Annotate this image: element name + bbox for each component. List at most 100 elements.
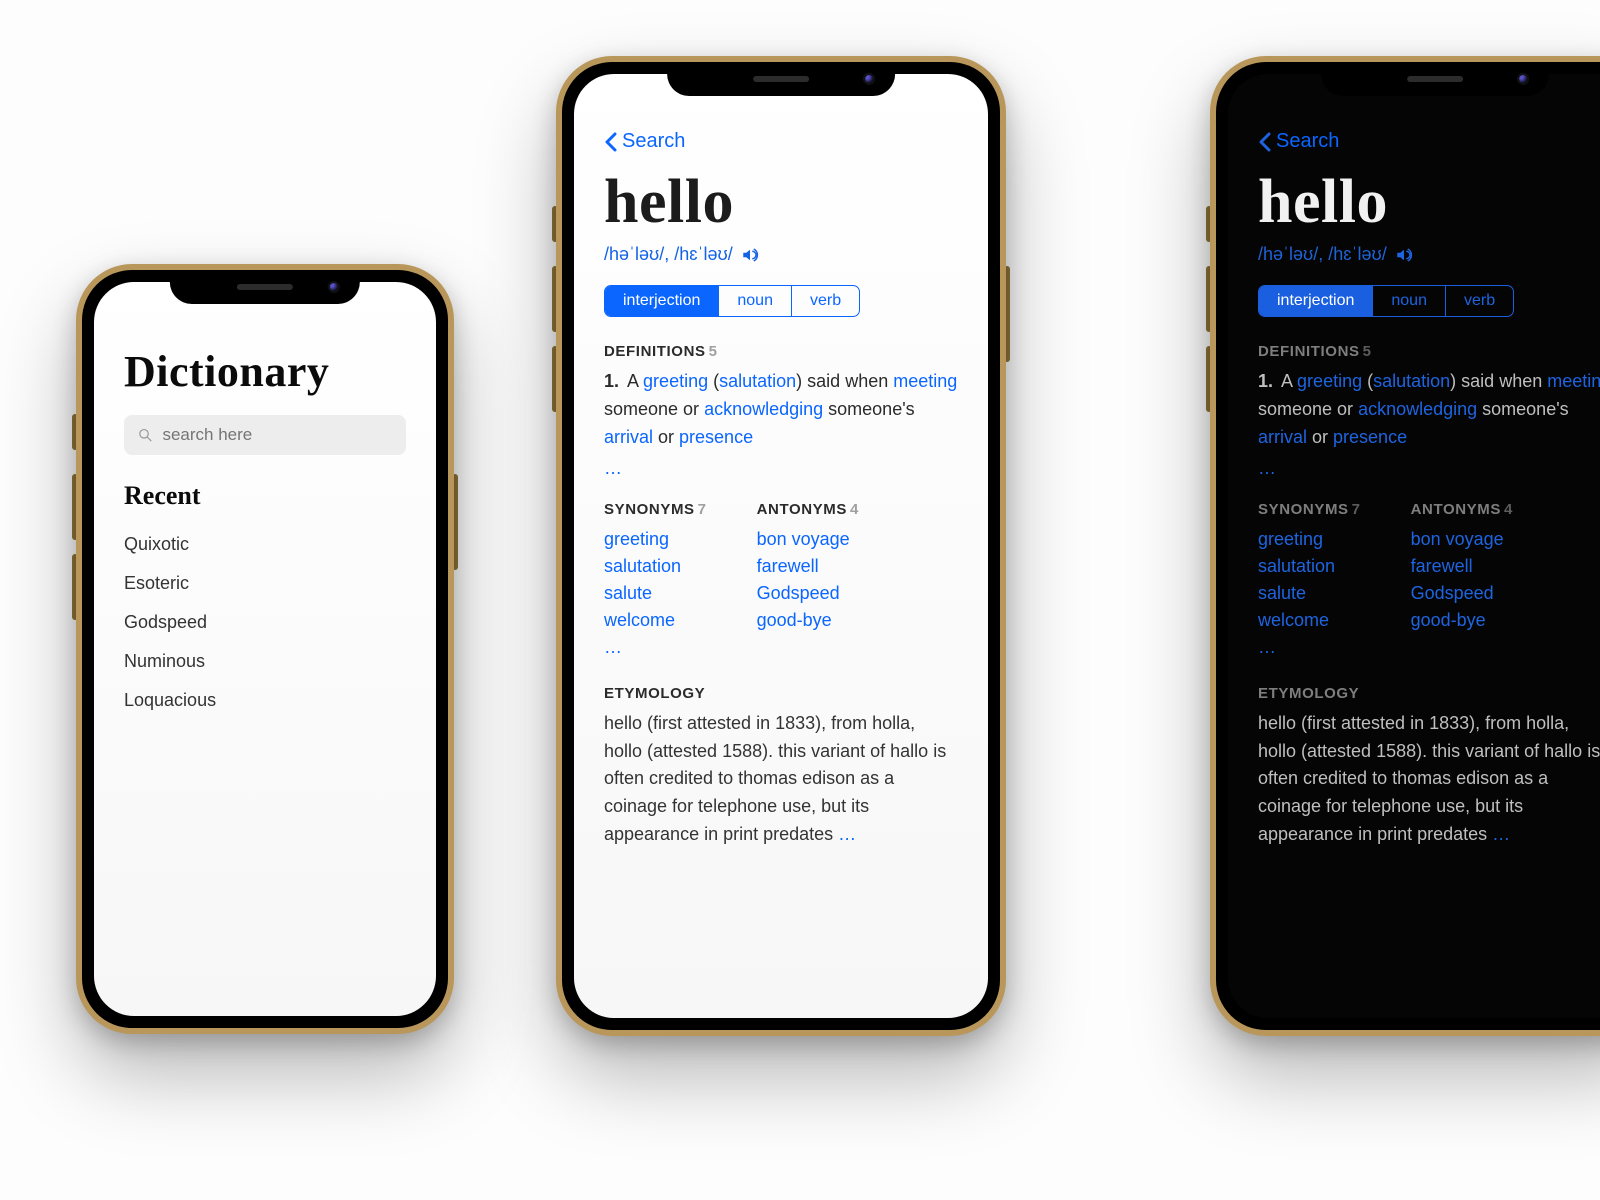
recent-item[interactable]: Quixotic bbox=[124, 525, 406, 564]
definitions-more[interactable]: … bbox=[604, 458, 958, 479]
chevron-left-icon bbox=[604, 132, 618, 152]
synonym-item[interactable]: greeting bbox=[604, 526, 707, 553]
search-input-container[interactable] bbox=[124, 415, 406, 455]
recent-item[interactable]: Numinous bbox=[124, 642, 406, 681]
search-input[interactable] bbox=[162, 425, 392, 445]
definition-screen: Search hello /həˈləʊ/, /hɛˈləʊ/ interjec… bbox=[574, 74, 988, 1018]
synonym-item[interactable]: salute bbox=[1258, 580, 1361, 607]
synonym-item[interactable]: salute bbox=[604, 580, 707, 607]
link-acknowledging[interactable]: acknowledging bbox=[704, 399, 823, 419]
link-arrival[interactable]: arrival bbox=[1258, 427, 1307, 447]
link-salutation[interactable]: salutation bbox=[1373, 371, 1450, 391]
search-screen: Dictionary Recent Quixotic Esoteric Gods… bbox=[94, 282, 436, 1016]
pos-tab-interjection[interactable]: interjection bbox=[605, 286, 719, 316]
antonym-item[interactable]: farewell bbox=[1411, 553, 1513, 580]
synonyms-column: SYNONYMS7 greeting salutation salute wel… bbox=[1258, 501, 1361, 661]
phone-notch bbox=[1321, 62, 1549, 96]
definitions-more[interactable]: … bbox=[1258, 458, 1600, 479]
pos-tab-interjection[interactable]: interjection bbox=[1259, 286, 1373, 316]
synonym-item[interactable]: greeting bbox=[1258, 526, 1361, 553]
speaker-icon[interactable] bbox=[1395, 246, 1413, 264]
speaker-icon[interactable] bbox=[741, 246, 759, 264]
pos-tab-noun[interactable]: noun bbox=[1373, 286, 1446, 316]
etymology-more[interactable]: … bbox=[1492, 824, 1510, 844]
recent-heading: Recent bbox=[124, 481, 406, 511]
synonym-item[interactable]: salutation bbox=[1258, 553, 1361, 580]
back-button[interactable]: Search bbox=[1258, 130, 1600, 153]
etymology-heading: ETYMOLOGY bbox=[1258, 685, 1600, 702]
definitions-heading: DEFINITIONS5 bbox=[1258, 343, 1600, 360]
pos-tab-verb[interactable]: verb bbox=[1446, 286, 1513, 316]
synonyms-more[interactable]: … bbox=[604, 634, 707, 661]
recent-item[interactable]: Esoteric bbox=[124, 564, 406, 603]
antonyms-heading: ANTONYMS4 bbox=[1411, 501, 1513, 518]
definitions-heading: DEFINITIONS5 bbox=[604, 343, 958, 360]
antonym-item[interactable]: Godspeed bbox=[757, 580, 859, 607]
definition-screen-dark: Search hello /həˈləʊ/, /hɛˈləʊ/ interjec… bbox=[1228, 74, 1600, 1018]
etymology-more[interactable]: … bbox=[838, 824, 856, 844]
phone-definition-light: Search hello /həˈləʊ/, /hɛˈləʊ/ interjec… bbox=[556, 56, 1006, 1036]
antonym-item[interactable]: bon voyage bbox=[757, 526, 859, 553]
pronunciation-row: /həˈləʊ/, /hɛˈləʊ/ bbox=[604, 244, 958, 265]
synonyms-heading: SYNONYMS7 bbox=[1258, 501, 1361, 518]
synonyms-heading: SYNONYMS7 bbox=[604, 501, 707, 518]
antonym-item[interactable]: good-bye bbox=[1411, 607, 1513, 634]
antonyms-column: ANTONYMS4 bon voyage farewell Godspeed g… bbox=[757, 501, 859, 661]
speaker-grille bbox=[1407, 76, 1463, 82]
link-arrival[interactable]: arrival bbox=[604, 427, 653, 447]
pronunciation-text: /həˈləʊ/, /hɛˈləʊ/ bbox=[1258, 244, 1387, 265]
antonym-item[interactable]: Godspeed bbox=[1411, 580, 1513, 607]
speaker-grille bbox=[753, 76, 809, 82]
recent-list: Quixotic Esoteric Godspeed Numinous Loqu… bbox=[124, 525, 406, 720]
pronunciation-row: /həˈləʊ/, /hɛˈləʊ/ bbox=[1258, 244, 1600, 265]
front-camera bbox=[328, 281, 340, 293]
chevron-left-icon bbox=[1258, 132, 1272, 152]
headword: hello bbox=[1258, 167, 1600, 238]
etymology-body: hello (first attested in 1833), from hol… bbox=[604, 710, 958, 849]
antonym-item[interactable]: good-bye bbox=[757, 607, 859, 634]
synonyms-column: SYNONYMS7 greeting salutation salute wel… bbox=[604, 501, 707, 661]
back-button[interactable]: Search bbox=[604, 130, 958, 153]
pos-tab-verb[interactable]: verb bbox=[792, 286, 859, 316]
pronunciation-text: /həˈləʊ/, /hɛˈləʊ/ bbox=[604, 244, 733, 265]
etymology-section: ETYMOLOGY hello (first attested in 1833)… bbox=[1258, 685, 1600, 849]
search-icon bbox=[138, 427, 152, 443]
back-label: Search bbox=[622, 130, 685, 153]
definition-number: 1. bbox=[604, 371, 619, 391]
link-meeting[interactable]: meeting bbox=[1547, 371, 1600, 391]
synonym-item[interactable]: welcome bbox=[604, 607, 707, 634]
headword: hello bbox=[604, 167, 958, 238]
synonym-item[interactable]: welcome bbox=[1258, 607, 1361, 634]
antonyms-heading: ANTONYMS4 bbox=[757, 501, 859, 518]
phone-notch bbox=[667, 62, 895, 96]
speaker-grille bbox=[237, 284, 293, 290]
antonym-item[interactable]: bon voyage bbox=[1411, 526, 1513, 553]
definition-1: 1. A greeting (salutation) said when mee… bbox=[1258, 368, 1600, 452]
link-greeting[interactable]: greeting bbox=[1297, 371, 1362, 391]
etymology-body: hello (first attested in 1833), from hol… bbox=[1258, 710, 1600, 849]
part-of-speech-segments: interjection noun verb bbox=[604, 285, 860, 317]
link-presence[interactable]: presence bbox=[1333, 427, 1407, 447]
link-meeting[interactable]: meeting bbox=[893, 371, 957, 391]
link-acknowledging[interactable]: acknowledging bbox=[1358, 399, 1477, 419]
link-greeting[interactable]: greeting bbox=[643, 371, 708, 391]
etymology-heading: ETYMOLOGY bbox=[604, 685, 958, 702]
synonym-item[interactable]: salutation bbox=[604, 553, 707, 580]
recent-item[interactable]: Godspeed bbox=[124, 603, 406, 642]
link-salutation[interactable]: salutation bbox=[719, 371, 796, 391]
phone-definition-dark: Search hello /həˈləʊ/, /hɛˈləʊ/ interjec… bbox=[1210, 56, 1600, 1036]
definition-number: 1. bbox=[1258, 371, 1273, 391]
link-presence[interactable]: presence bbox=[679, 427, 753, 447]
definition-1: 1. A greeting (salutation) said when mee… bbox=[604, 368, 958, 452]
etymology-section: ETYMOLOGY hello (first attested in 1833)… bbox=[604, 685, 958, 849]
recent-item[interactable]: Loquacious bbox=[124, 681, 406, 720]
antonyms-column: ANTONYMS4 bon voyage farewell Godspeed g… bbox=[1411, 501, 1513, 661]
front-camera bbox=[863, 73, 875, 85]
phone-notch bbox=[170, 270, 360, 304]
antonym-item[interactable]: farewell bbox=[757, 553, 859, 580]
pos-tab-noun[interactable]: noun bbox=[719, 286, 792, 316]
app-title: Dictionary bbox=[124, 346, 406, 397]
phone-search-light: Dictionary Recent Quixotic Esoteric Gods… bbox=[76, 264, 454, 1034]
back-label: Search bbox=[1276, 130, 1339, 153]
synonyms-more[interactable]: … bbox=[1258, 634, 1361, 661]
